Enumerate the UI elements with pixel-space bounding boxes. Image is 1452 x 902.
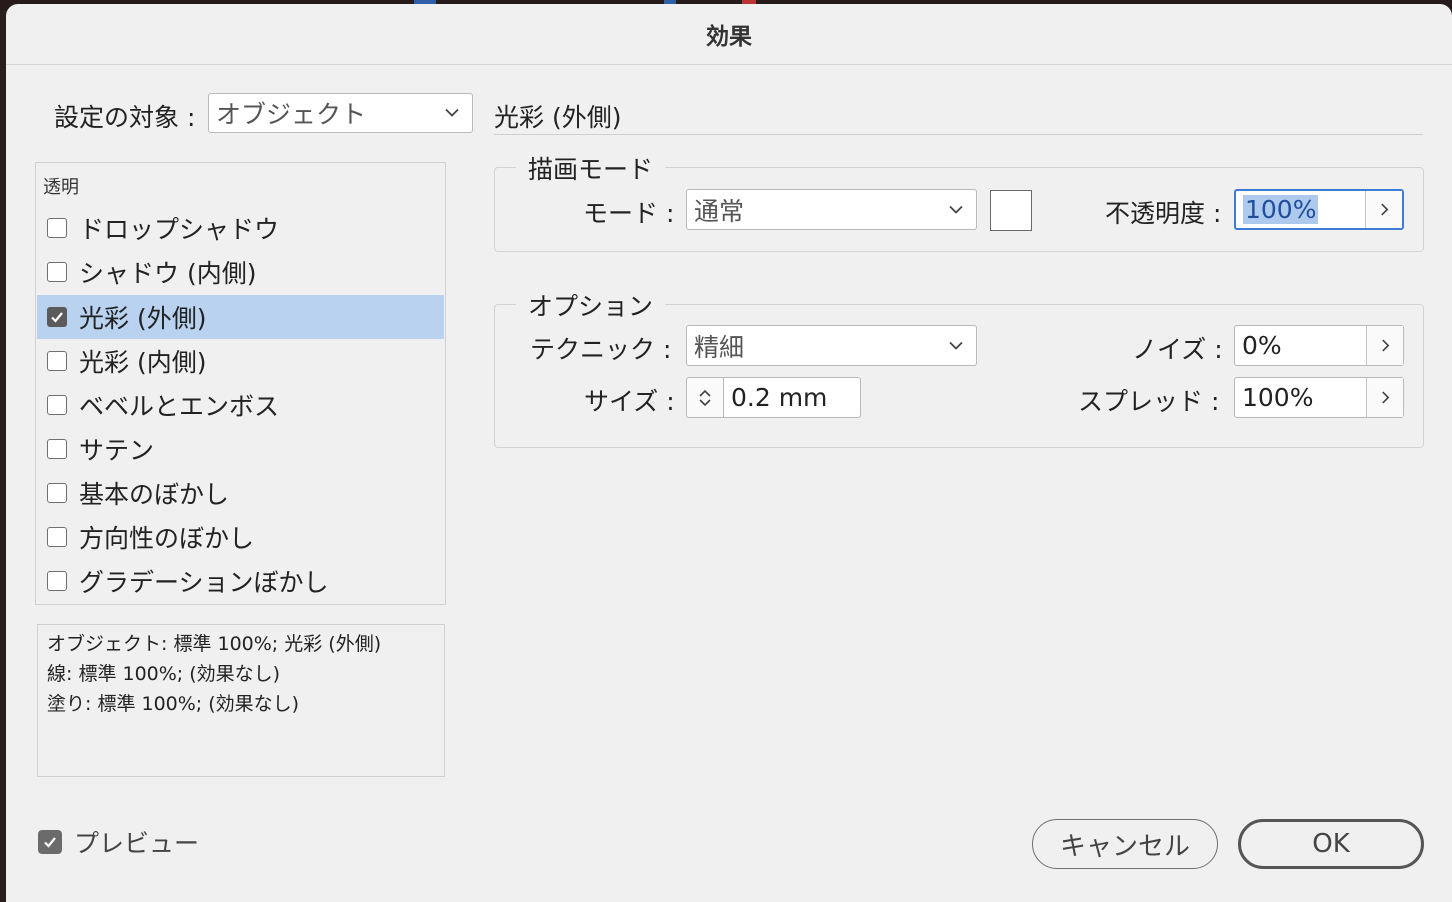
size-field[interactable]: 0.2 mm: [723, 377, 861, 418]
list-item-drop-shadow[interactable]: ドロップシャドウ: [37, 206, 444, 250]
opacity-field[interactable]: 100%: [1234, 189, 1404, 230]
checkbox[interactable]: [47, 395, 67, 415]
chevron-right-icon[interactable]: [1366, 378, 1403, 417]
list-item-label: ベベルとエンボス: [79, 392, 280, 421]
list-item-satin[interactable]: サテン: [37, 427, 444, 471]
chevron-down-icon: [949, 205, 963, 214]
checkbox[interactable]: [47, 351, 67, 371]
mode-value: 通常: [694, 196, 745, 226]
effects-dialog: 効果 設定の対象 : オブジェクト 光彩 (外側) 透明 ドロップシャドウ シャ…: [6, 4, 1452, 902]
blend-mode-group-title: 描画モード: [516, 150, 666, 186]
noise-label: ノイズ :: [1132, 335, 1223, 364]
opacity-label: 不透明度 :: [1105, 199, 1222, 228]
list-item-label: 光彩 (外側): [79, 304, 207, 333]
checkbox[interactable]: [47, 439, 67, 459]
checkbox-checked[interactable]: [47, 307, 67, 327]
size-stepper[interactable]: [686, 377, 723, 418]
preview-toggle[interactable]: プレビュー: [38, 824, 199, 860]
list-item-label: 基本のぼかし: [79, 480, 230, 509]
stepper-up-icon[interactable]: [698, 388, 712, 398]
list-item-directional-feather[interactable]: 方向性のぼかし: [37, 515, 444, 559]
size-value: 0.2 mm: [731, 383, 828, 412]
spread-value: 100%: [1242, 383, 1314, 412]
ok-button[interactable]: OK: [1238, 819, 1424, 869]
mode-dropdown[interactable]: 通常: [686, 189, 977, 230]
summary-line: 塗り: 標準 100%; (効果なし): [47, 693, 300, 715]
preview-label: プレビュー: [74, 829, 200, 858]
checkbox[interactable]: [47, 483, 67, 503]
summary-line: 線: 標準 100%; (効果なし): [47, 663, 281, 685]
effects-list: 透明 ドロップシャドウ シャドウ (内側) 光彩 (外側) 光彩 (内側) ベベ…: [35, 162, 446, 605]
spread-field[interactable]: 100%: [1234, 377, 1404, 418]
list-category: 透明: [43, 177, 79, 198]
summary-line: オブジェクト: 標準 100%; 光彩 (外側): [47, 633, 382, 655]
chevron-down-icon: [445, 108, 459, 117]
stepper-down-icon[interactable]: [698, 398, 712, 408]
checkbox[interactable]: [47, 218, 67, 238]
target-dropdown[interactable]: オブジェクト: [208, 93, 473, 133]
opacity-value: 100%: [1243, 195, 1319, 224]
list-item-label: サテン: [79, 436, 155, 465]
list-item-gradient-feather[interactable]: グラデーションぼかし: [37, 559, 444, 603]
glow-color-swatch[interactable]: [990, 190, 1032, 231]
checkbox[interactable]: [47, 571, 67, 591]
technique-value: 精細: [694, 332, 745, 362]
heading-divider: [494, 134, 1423, 135]
spread-label: スプレッド :: [1078, 387, 1220, 416]
preview-checkbox[interactable]: [38, 830, 62, 854]
list-item-label: シャドウ (内側): [79, 259, 257, 288]
list-item-inner-glow[interactable]: 光彩 (内側): [37, 339, 444, 383]
size-label: サイズ :: [584, 387, 675, 416]
effects-summary: オブジェクト: 標準 100%; 光彩 (外側) 線: 標準 100%; (効果…: [37, 624, 445, 777]
list-item-label: ドロップシャドウ: [79, 215, 280, 244]
technique-dropdown[interactable]: 精細: [686, 325, 977, 366]
checkbox[interactable]: [47, 262, 67, 282]
noise-field[interactable]: 0%: [1234, 325, 1404, 366]
panel-heading: 光彩 (外側): [494, 103, 622, 132]
noise-value: 0%: [1242, 331, 1282, 360]
chevron-right-icon[interactable]: [1365, 191, 1402, 228]
chevron-down-icon: [949, 341, 963, 350]
target-label: 設定の対象 :: [54, 103, 196, 132]
dialog-title: 効果: [6, 4, 1452, 65]
list-item-label: 光彩 (内側): [79, 348, 207, 377]
cancel-button[interactable]: キャンセル: [1032, 819, 1218, 869]
list-item-basic-feather[interactable]: 基本のぼかし: [37, 471, 444, 515]
list-item-bevel-emboss[interactable]: ベベルとエンボス: [37, 383, 444, 427]
chevron-right-icon[interactable]: [1366, 326, 1403, 365]
list-item-inner-shadow[interactable]: シャドウ (内側): [37, 250, 444, 294]
options-group-title: オプション: [516, 287, 666, 323]
technique-label: テクニック :: [530, 335, 672, 364]
checkmark-icon: [44, 837, 56, 848]
checkmark-icon: [51, 312, 63, 323]
mode-label: モード :: [583, 199, 675, 228]
target-value: オブジェクト: [216, 100, 367, 129]
list-item-label: グラデーションぼかし: [79, 568, 329, 597]
list-item-outer-glow[interactable]: 光彩 (外側): [37, 295, 444, 339]
list-item-label: 方向性のぼかし: [79, 524, 255, 553]
checkbox[interactable]: [47, 527, 67, 547]
